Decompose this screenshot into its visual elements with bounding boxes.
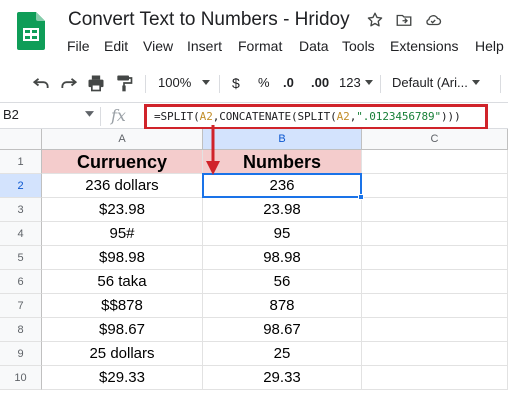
cell-c4[interactable] <box>362 222 508 246</box>
column-header-a[interactable]: A <box>42 129 203 150</box>
cell-a1[interactable]: Curruency <box>42 150 203 174</box>
percent-format-button[interactable]: % <box>258 73 270 93</box>
move-to-folder-icon[interactable] <box>395 11 413 29</box>
chevron-down-icon <box>472 80 480 85</box>
toolbar-divider <box>380 75 381 93</box>
cell-b3[interactable]: 23.98 <box>203 198 362 222</box>
more-formats-label: 123 <box>339 75 361 90</box>
cell-b9[interactable]: 25 <box>203 342 362 366</box>
star-icon[interactable] <box>366 11 384 29</box>
formula-bar: B2 fx =SPLIT(A2,CONCATENATE(SPLIT(A2,".0… <box>0 102 508 130</box>
menu-insert[interactable]: Insert <box>187 38 222 54</box>
undo-icon[interactable] <box>31 73 51 93</box>
chevron-down-icon <box>202 80 210 85</box>
toolbar-divider <box>145 75 146 93</box>
formula-text: =SPLIT(A2,CONCATENATE(SPLIT(A2,".0123456… <box>154 110 461 123</box>
document-title[interactable]: Convert Text to Numbers - Hridoy <box>68 9 350 31</box>
more-formats-button[interactable]: 123 <box>339 73 373 93</box>
cell-b10[interactable]: 29.33 <box>203 366 362 390</box>
cell-a5[interactable]: $98.98 <box>42 246 203 270</box>
cell-c10[interactable] <box>362 366 508 390</box>
function-icon: fx <box>111 106 126 125</box>
cloud-saved-icon[interactable] <box>424 11 442 29</box>
formula-cell-reference: A2 <box>336 110 350 123</box>
row-header-5[interactable]: 5 <box>0 246 42 270</box>
zoom-select[interactable]: 100% <box>158 73 210 93</box>
increase-decimal-button[interactable]: .00 <box>311 73 329 93</box>
cell-b5[interactable]: 98.98 <box>203 246 362 270</box>
cell-b4[interactable]: 95 <box>203 222 362 246</box>
cell-b8[interactable]: 98.67 <box>203 318 362 342</box>
cell-a3[interactable]: $23.98 <box>42 198 203 222</box>
formula-input[interactable]: =SPLIT(A2,CONCATENATE(SPLIT(A2,".0123456… <box>144 104 488 130</box>
formula-cell-reference: A2 <box>199 110 213 123</box>
toolbar: 100% $ % .0 .00 123 Default (Ari... <box>0 65 508 101</box>
spreadsheet-grid[interactable]: A B C 1 Curruency Numbers 2 236 dollars 236 3 $23.… <box>0 129 508 399</box>
row-header-7[interactable]: 7 <box>0 294 42 318</box>
formula-string-literal: ".0123456789" <box>356 110 442 123</box>
column-header-c[interactable]: C <box>362 129 508 150</box>
cell-c3[interactable] <box>362 198 508 222</box>
row-header-1[interactable]: 1 <box>0 150 42 174</box>
cell-b1[interactable]: Numbers <box>203 150 362 174</box>
cell-b7[interactable]: 878 <box>203 294 362 318</box>
paint-format-icon[interactable] <box>114 73 134 93</box>
cell-a9[interactable]: 25 dollars <box>42 342 203 366</box>
annotation-arrow-icon <box>206 125 220 175</box>
decrease-decimal-button[interactable]: .0 <box>283 73 294 93</box>
cell-a4[interactable]: 95# <box>42 222 203 246</box>
cell-c1[interactable] <box>362 150 508 174</box>
cell-a6[interactable]: 56 taka <box>42 270 203 294</box>
menu-help[interactable]: Help <box>475 38 504 54</box>
cell-a8[interactable]: $98.67 <box>42 318 203 342</box>
cell-a10[interactable]: $29.33 <box>42 366 203 390</box>
currency-format-button[interactable]: $ <box>232 73 240 93</box>
row-header-3[interactable]: 3 <box>0 198 42 222</box>
row-header-8[interactable]: 8 <box>0 318 42 342</box>
row-header-10[interactable]: 10 <box>0 366 42 390</box>
sheets-logo-icon[interactable] <box>17 12 45 50</box>
toolbar-divider <box>500 75 501 93</box>
menu-view[interactable]: View <box>143 38 173 54</box>
cell-c2[interactable] <box>362 174 508 198</box>
menu-extensions[interactable]: Extensions <box>390 38 458 54</box>
formula-part: =SPLIT( <box>154 110 200 123</box>
cell-a2[interactable]: 236 dollars <box>42 174 203 198</box>
row-header-9[interactable]: 9 <box>0 342 42 366</box>
zoom-value: 100% <box>158 75 192 90</box>
chevron-down-icon[interactable] <box>85 110 94 119</box>
cell-c6[interactable] <box>362 270 508 294</box>
cell-c8[interactable] <box>362 318 508 342</box>
name-box[interactable]: B2 <box>3 107 19 122</box>
row-header-4[interactable]: 4 <box>0 222 42 246</box>
font-family-value: Default (Ari... <box>392 75 468 90</box>
font-family-select[interactable]: Default (Ari... <box>392 73 480 93</box>
chevron-down-icon <box>365 80 373 85</box>
menu-data[interactable]: Data <box>299 38 329 54</box>
formula-part: ))) <box>441 110 461 123</box>
formula-part: ,CONCATENATE(SPLIT( <box>212 110 337 123</box>
toolbar-divider <box>219 75 220 93</box>
menu-edit[interactable]: Edit <box>104 38 128 54</box>
menu-format[interactable]: Format <box>238 38 282 54</box>
column-header-b[interactable]: B <box>203 129 362 150</box>
row-header-2[interactable]: 2 <box>0 174 42 198</box>
formula-divider <box>100 107 101 126</box>
print-icon[interactable] <box>86 73 106 93</box>
redo-icon[interactable] <box>59 73 79 93</box>
cell-b6[interactable]: 56 <box>203 270 362 294</box>
menu-tools[interactable]: Tools <box>342 38 375 54</box>
menu-file[interactable]: File <box>67 38 90 54</box>
cell-a7[interactable]: $$878 <box>42 294 203 318</box>
cell-c9[interactable] <box>362 342 508 366</box>
row-header-6[interactable]: 6 <box>0 270 42 294</box>
fill-handle[interactable] <box>358 194 364 200</box>
cell-b2[interactable]: 236 <box>203 174 362 198</box>
cell-c5[interactable] <box>362 246 508 270</box>
select-all-corner[interactable] <box>0 129 42 150</box>
cell-c7[interactable] <box>362 294 508 318</box>
